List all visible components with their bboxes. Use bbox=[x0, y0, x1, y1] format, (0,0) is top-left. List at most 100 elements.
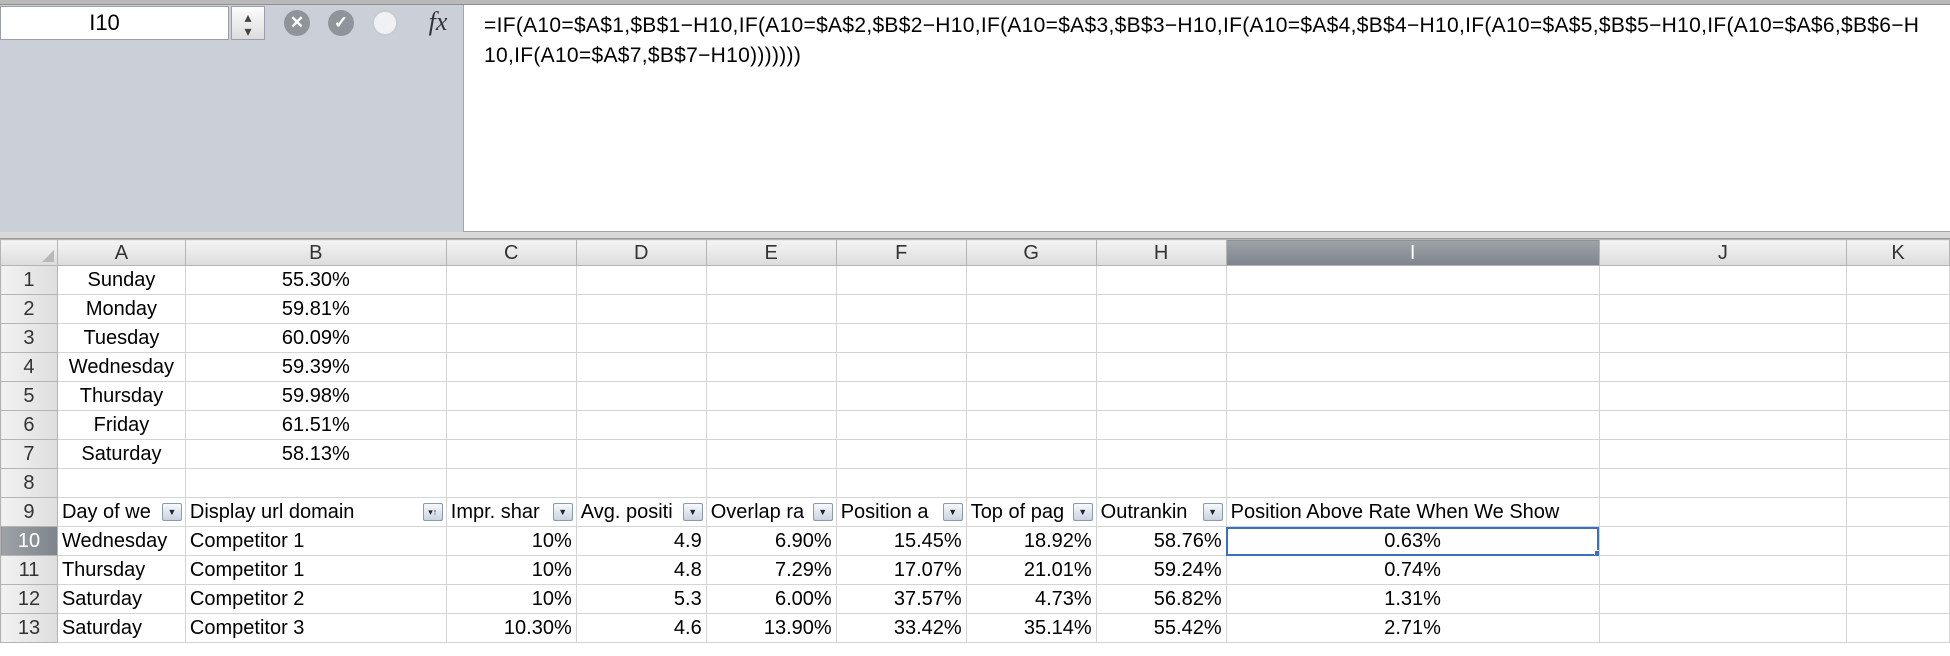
row-header-4[interactable]: 4 bbox=[0, 352, 58, 382]
column-header-a[interactable]: A bbox=[56, 239, 186, 266]
cell-f4[interactable] bbox=[835, 352, 967, 382]
cell-f3[interactable] bbox=[835, 323, 967, 353]
cell-k9[interactable] bbox=[1846, 497, 1950, 527]
cell-c9[interactable]: Impr. shar ▼ bbox=[445, 497, 577, 527]
cell-e2[interactable] bbox=[705, 294, 837, 324]
fill-handle[interactable] bbox=[1593, 550, 1599, 555]
cell-j7[interactable] bbox=[1598, 439, 1848, 469]
cell-g7[interactable] bbox=[965, 439, 1097, 469]
cell-a4[interactable]: Wednesday bbox=[56, 352, 186, 382]
cell-h7[interactable] bbox=[1095, 439, 1227, 469]
cell-d12[interactable]: 5.3 bbox=[575, 584, 707, 614]
cell-g3[interactable] bbox=[965, 323, 1097, 353]
cell-i1[interactable] bbox=[1225, 265, 1600, 295]
cell-i7[interactable] bbox=[1225, 439, 1600, 469]
cell-b11[interactable]: Competitor 1 bbox=[184, 555, 447, 585]
cell-f2[interactable] bbox=[835, 294, 967, 324]
cell-d4[interactable] bbox=[575, 352, 707, 382]
cell-c6[interactable] bbox=[445, 410, 577, 440]
cell-j10[interactable] bbox=[1598, 526, 1848, 556]
cell-d6[interactable] bbox=[575, 410, 707, 440]
cell-h5[interactable] bbox=[1095, 381, 1227, 411]
cell-e6[interactable] bbox=[705, 410, 837, 440]
cell-j4[interactable] bbox=[1598, 352, 1848, 382]
cell-k8[interactable] bbox=[1846, 468, 1950, 498]
filter-dropdown-icon[interactable]: ▼ bbox=[1202, 503, 1223, 521]
cell-g1[interactable] bbox=[965, 265, 1097, 295]
cell-i11[interactable]: 0.74% bbox=[1225, 555, 1600, 585]
row-header-10[interactable]: 10 bbox=[0, 526, 58, 556]
row-header-12[interactable]: 12 bbox=[0, 584, 58, 614]
cell-h4[interactable] bbox=[1095, 352, 1227, 382]
cell-d2[interactable] bbox=[575, 294, 707, 324]
cell-k3[interactable] bbox=[1846, 323, 1950, 353]
name-box[interactable]: I10 bbox=[0, 6, 229, 40]
cell-d13[interactable]: 4.6 bbox=[575, 613, 707, 643]
cell-e13[interactable]: 13.90% bbox=[705, 613, 837, 643]
cell-e12[interactable]: 6.00% bbox=[705, 584, 837, 614]
cell-j13[interactable] bbox=[1598, 613, 1848, 643]
cell-a2[interactable]: Monday bbox=[56, 294, 186, 324]
filter-dropdown-icon[interactable]: ▼ bbox=[812, 503, 833, 521]
cell-e8[interactable] bbox=[705, 468, 837, 498]
cell-a13[interactable]: Saturday bbox=[56, 613, 186, 643]
cell-h10[interactable]: 58.76% bbox=[1095, 526, 1227, 556]
cell-a10[interactable]: Wednesday bbox=[56, 526, 186, 556]
cell-d5[interactable] bbox=[575, 381, 707, 411]
cell-b8[interactable] bbox=[184, 468, 447, 498]
cell-j6[interactable] bbox=[1598, 410, 1848, 440]
cell-f5[interactable] bbox=[835, 381, 967, 411]
function-icon[interactable]: fx bbox=[420, 6, 456, 40]
sort-filter-icon[interactable]: ▾↑ bbox=[422, 503, 443, 521]
cell-b13[interactable]: Competitor 3 bbox=[184, 613, 447, 643]
cell-c12[interactable]: 10% bbox=[445, 584, 577, 614]
cell-e7[interactable] bbox=[705, 439, 837, 469]
cell-c13[interactable]: 10.30% bbox=[445, 613, 577, 643]
cell-e5[interactable] bbox=[705, 381, 837, 411]
row-header-13[interactable]: 13 bbox=[0, 613, 58, 643]
check-icon[interactable]: ✓ bbox=[328, 10, 354, 36]
column-header-d[interactable]: D bbox=[575, 239, 707, 266]
cell-h12[interactable]: 56.82% bbox=[1095, 584, 1227, 614]
filter-dropdown-icon[interactable]: ▼ bbox=[942, 503, 963, 521]
cell-f10[interactable]: 15.45% bbox=[835, 526, 967, 556]
column-header-c[interactable]: C bbox=[445, 239, 577, 266]
pane-divider[interactable] bbox=[0, 232, 1950, 239]
cell-i13[interactable]: 2.71% bbox=[1225, 613, 1600, 643]
cell-i2[interactable] bbox=[1225, 294, 1600, 324]
cell-j1[interactable] bbox=[1598, 265, 1848, 295]
cell-f1[interactable] bbox=[835, 265, 967, 295]
cell-b12[interactable]: Competitor 2 bbox=[184, 584, 447, 614]
cell-g8[interactable] bbox=[965, 468, 1097, 498]
cell-e10[interactable]: 6.90% bbox=[705, 526, 837, 556]
cell-e4[interactable] bbox=[705, 352, 837, 382]
cell-j12[interactable] bbox=[1598, 584, 1848, 614]
cell-a7[interactable]: Saturday bbox=[56, 439, 186, 469]
cell-k2[interactable] bbox=[1846, 294, 1950, 324]
cell-d11[interactable]: 4.8 bbox=[575, 555, 707, 585]
cell-k6[interactable] bbox=[1846, 410, 1950, 440]
cell-a3[interactable]: Tuesday bbox=[56, 323, 186, 353]
cell-i3[interactable] bbox=[1225, 323, 1600, 353]
cell-j3[interactable] bbox=[1598, 323, 1848, 353]
cell-i10[interactable]: 0.63% bbox=[1225, 526, 1600, 556]
column-header-h[interactable]: H bbox=[1095, 239, 1227, 266]
cell-h9[interactable]: Outrankin ▼ bbox=[1095, 497, 1227, 527]
cell-a9[interactable]: Day of we ▼ bbox=[56, 497, 186, 527]
column-header-g[interactable]: G bbox=[965, 239, 1097, 266]
filter-dropdown-icon[interactable]: ▼ bbox=[1072, 503, 1093, 521]
cell-g12[interactable]: 4.73% bbox=[965, 584, 1097, 614]
cell-g10[interactable]: 18.92% bbox=[965, 526, 1097, 556]
cell-j11[interactable] bbox=[1598, 555, 1848, 585]
stepper-icon[interactable]: ▴ ▾ bbox=[231, 6, 265, 40]
cell-j8[interactable] bbox=[1598, 468, 1848, 498]
cell-h13[interactable]: 55.42% bbox=[1095, 613, 1227, 643]
cell-b6[interactable]: 61.51% bbox=[184, 410, 447, 440]
cell-j5[interactable] bbox=[1598, 381, 1848, 411]
cell-f11[interactable]: 17.07% bbox=[835, 555, 967, 585]
column-header-j[interactable]: J bbox=[1598, 239, 1848, 266]
cell-a12[interactable]: Saturday bbox=[56, 584, 186, 614]
cell-c1[interactable] bbox=[445, 265, 577, 295]
cell-f8[interactable] bbox=[835, 468, 967, 498]
cell-g5[interactable] bbox=[965, 381, 1097, 411]
